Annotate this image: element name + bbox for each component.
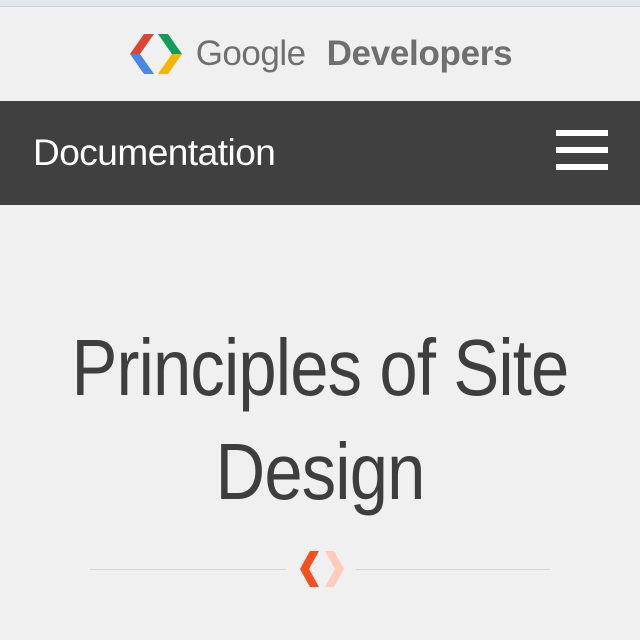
brand-developers-text: Developers [326, 34, 513, 73]
page: Google Developers Documentation Principl… [0, 0, 640, 640]
hamburger-menu-icon [556, 164, 608, 170]
nav-bar: Documentation [0, 101, 640, 205]
page-title: Principles of Site Design [71, 323, 570, 516]
menu-button[interactable] [556, 130, 608, 170]
hamburger-menu-icon [556, 147, 608, 153]
brand-header: Google Developers [0, 7, 640, 101]
divider-line-left [90, 569, 286, 570]
google-developers-logo-icon [129, 34, 182, 74]
nav-section-title[interactable]: Documentation [33, 101, 276, 205]
chevron-brackets-icon [300, 551, 344, 587]
google-developers-home-link[interactable]: Google Developers [128, 30, 513, 78]
divider-line-right [356, 569, 550, 570]
brand-google-text: Google [195, 34, 306, 73]
top-border [0, 0, 640, 7]
hamburger-menu-icon [556, 130, 608, 136]
